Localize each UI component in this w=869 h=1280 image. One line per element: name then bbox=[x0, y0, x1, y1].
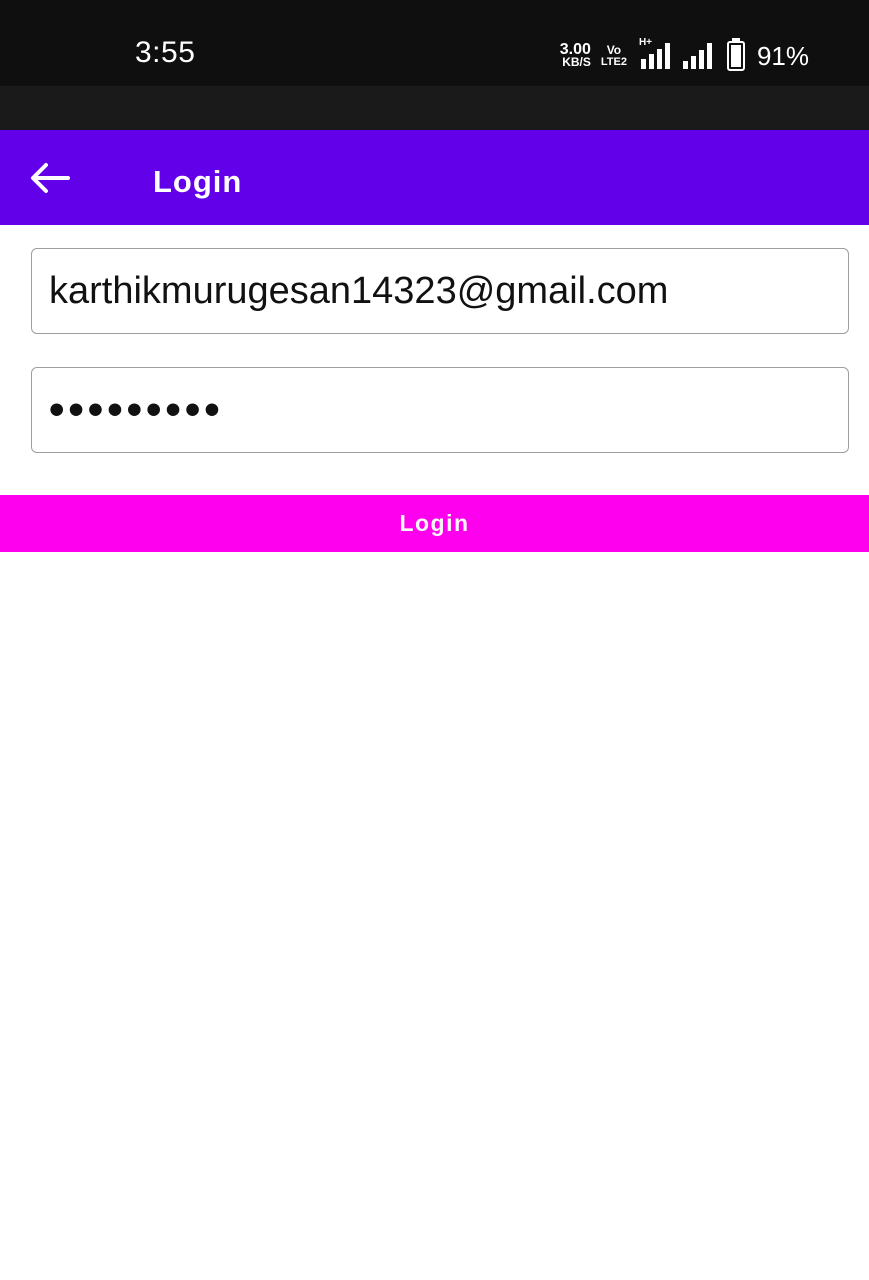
status-bar: 3:55 3.00 KB/S Vo LTE2 H+ 91% bbox=[0, 0, 869, 86]
login-button[interactable]: Login bbox=[0, 495, 869, 552]
page-title: Login bbox=[153, 164, 243, 199]
net-speed-indicator: 3.00 KB/S bbox=[560, 42, 591, 69]
volte-label: Vo bbox=[606, 43, 622, 57]
status-icons: 3.00 KB/S Vo LTE2 H+ 91% bbox=[560, 37, 809, 74]
battery-icon bbox=[726, 38, 745, 71]
lte-label: LTE2 bbox=[600, 56, 627, 68]
email-field[interactable]: karthikmurugesan14323@gmail.com bbox=[31, 248, 849, 334]
arrow-left-icon[interactable] bbox=[28, 160, 72, 196]
network-type-label: H+ bbox=[638, 37, 653, 48]
app-bar: Login bbox=[0, 130, 869, 225]
password-field[interactable]: ••••••••• bbox=[31, 367, 849, 453]
signal-sim1-icon: H+ bbox=[637, 37, 671, 71]
status-time: 3:55 bbox=[135, 36, 196, 69]
net-speed-unit: KB/S bbox=[562, 55, 591, 69]
battery-percentage: 91% bbox=[756, 40, 809, 71]
email-field-value: karthikmurugesan14323@gmail.com bbox=[49, 269, 669, 312]
status-bar-shadow bbox=[0, 86, 869, 130]
volte-indicator: Vo LTE2 bbox=[601, 44, 627, 68]
login-button-label: Login bbox=[399, 510, 470, 536]
password-field-value: ••••••••• bbox=[49, 385, 224, 434]
signal-sim2-icon bbox=[681, 41, 715, 71]
